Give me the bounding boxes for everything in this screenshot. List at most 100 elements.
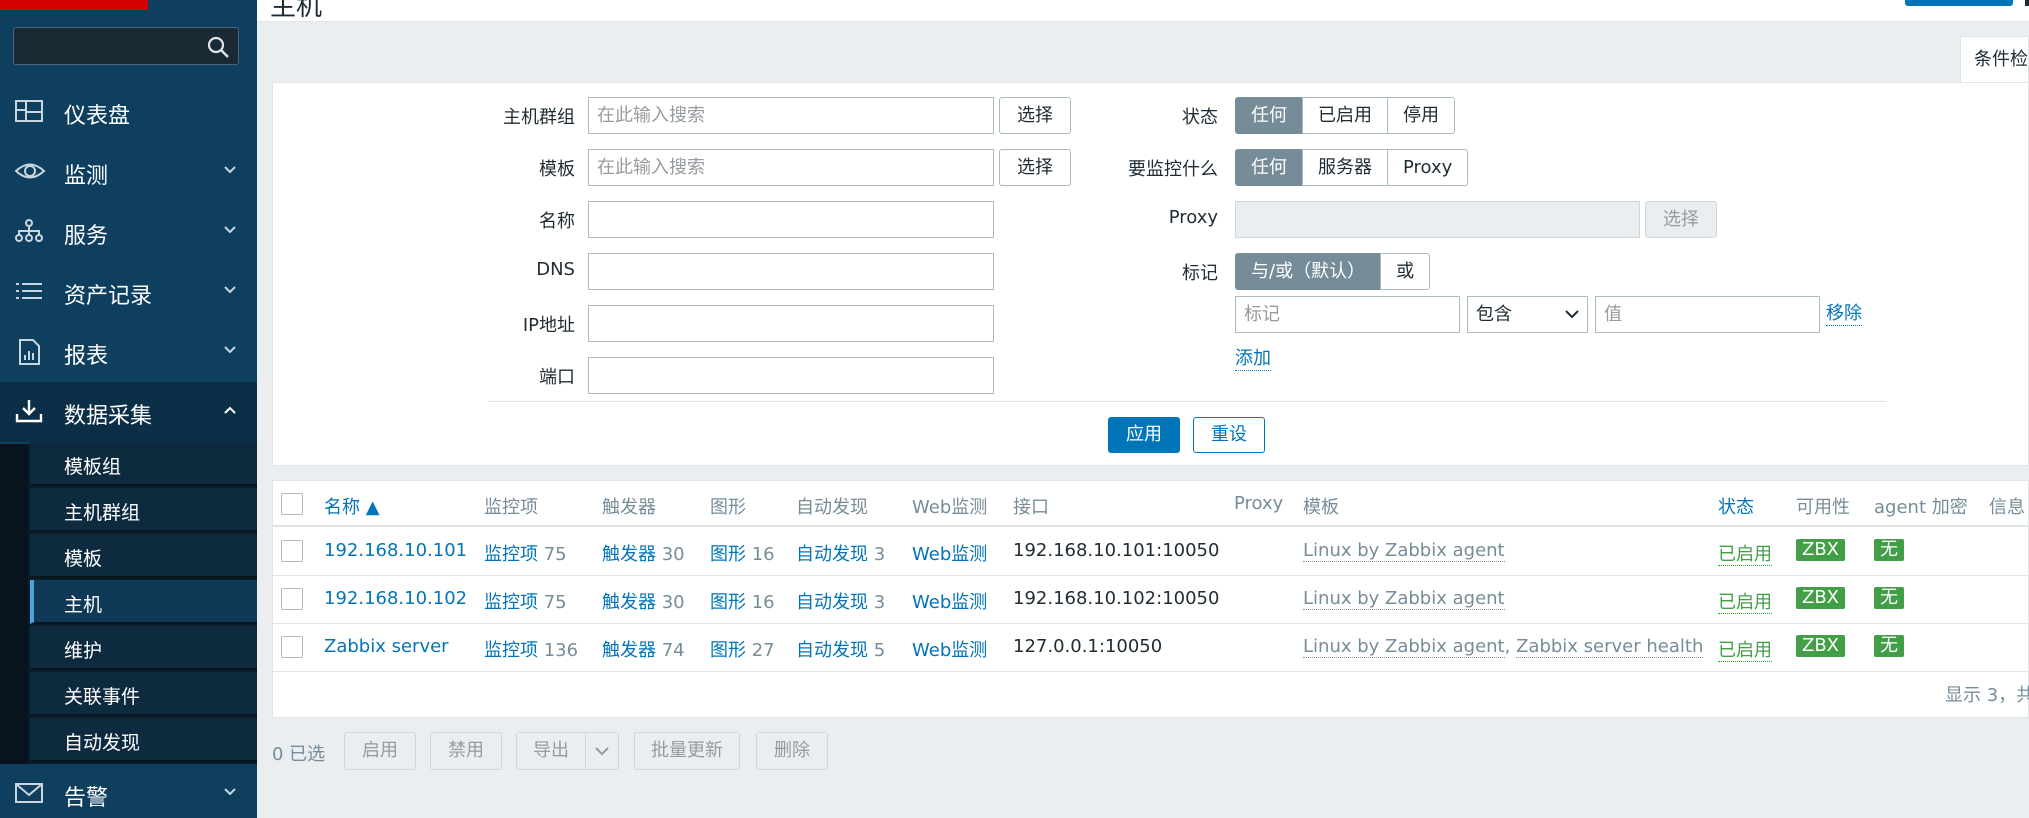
- nav-services[interactable]: 服务: [0, 202, 257, 262]
- items-link[interactable]: 监控项: [484, 544, 538, 565]
- zabbix-logo[interactable]: [0, 0, 148, 10]
- download-icon: [15, 400, 43, 423]
- host-group-input[interactable]: [588, 97, 994, 134]
- filter-tab[interactable]: 条件检: [1960, 36, 2029, 82]
- enable-button[interactable]: 启用: [344, 732, 416, 770]
- tag-value-input[interactable]: [1595, 296, 1820, 333]
- port-input[interactable]: [588, 357, 994, 394]
- submenu-label: 模板组: [64, 456, 122, 478]
- select-all-checkbox[interactable]: [281, 493, 303, 515]
- submenu-label: 主机群组: [64, 502, 141, 524]
- interface-value: 127.0.0.1:10050: [1013, 636, 1163, 657]
- template-link[interactable]: Linux by Zabbix agent: [1303, 636, 1505, 658]
- ip-input[interactable]: [588, 305, 994, 342]
- submenu-templates[interactable]: 模板: [30, 534, 257, 578]
- disable-button[interactable]: 禁用: [430, 732, 502, 770]
- row-checkbox[interactable]: [281, 588, 303, 610]
- nav-inventory[interactable]: 资产记录: [0, 262, 257, 322]
- graphs-link[interactable]: 图形: [710, 544, 746, 565]
- reset-button[interactable]: 重设: [1193, 417, 1265, 453]
- discovery-link[interactable]: 自动发现: [796, 640, 868, 661]
- tags-or[interactable]: 或: [1380, 253, 1431, 290]
- row-checkbox[interactable]: [281, 540, 303, 562]
- host-name-link[interactable]: Zabbix server: [324, 636, 449, 657]
- apply-button[interactable]: 应用: [1108, 417, 1180, 453]
- submenu-event-correlation[interactable]: 关联事件: [30, 672, 257, 716]
- nav-alerts[interactable]: 告警: [0, 764, 257, 818]
- nav-reports[interactable]: 报表: [0, 322, 257, 382]
- items-count: 75: [543, 592, 567, 613]
- col-templates: 模板: [1303, 497, 1339, 518]
- monitored-any[interactable]: 任何: [1235, 149, 1303, 186]
- dns-input[interactable]: [588, 253, 994, 290]
- chevron-down-icon: [224, 346, 236, 354]
- dashboard-icon: [15, 100, 43, 122]
- template-link[interactable]: Zabbix server health: [1516, 636, 1704, 658]
- monitored-proxy[interactable]: Proxy: [1387, 149, 1469, 186]
- status-link[interactable]: 已启用: [1718, 544, 1772, 566]
- col-name[interactable]: 名称 ▲: [324, 493, 380, 519]
- sidebar-search-input[interactable]: [14, 28, 194, 64]
- status-disabled[interactable]: 停用: [1387, 97, 1455, 134]
- proxy-select-button[interactable]: 选择: [1645, 201, 1717, 238]
- triggers-link[interactable]: 触发器: [602, 640, 656, 661]
- host-name-link[interactable]: 192.168.10.102: [324, 588, 467, 609]
- tag-add-link[interactable]: 添加: [1235, 348, 1271, 371]
- tags-segmented: 与/或（默认） 或: [1235, 253, 1431, 290]
- encryption-badge: 无: [1874, 539, 1904, 561]
- search-icon[interactable]: [206, 35, 230, 59]
- graphs-link[interactable]: 图形: [710, 592, 746, 613]
- name-input[interactable]: [588, 201, 994, 238]
- create-host-button[interactable]: [1905, 0, 2013, 6]
- submenu-hosts[interactable]: 主机: [30, 580, 257, 624]
- items-link[interactable]: 监控项: [484, 640, 538, 661]
- tag-input[interactable]: [1235, 296, 1460, 333]
- submenu-maintenance[interactable]: 维护: [30, 626, 257, 670]
- services-icon: [15, 219, 43, 242]
- template-input[interactable]: [588, 149, 994, 186]
- triggers-link[interactable]: 触发器: [602, 544, 656, 565]
- col-status[interactable]: 状态: [1718, 493, 1754, 519]
- name-label: 名称: [539, 211, 575, 232]
- submenu-host-groups[interactable]: 主机群组: [30, 488, 257, 532]
- template-link[interactable]: Linux by Zabbix agent: [1303, 588, 1505, 610]
- web-link[interactable]: Web监测: [912, 636, 987, 662]
- template-link[interactable]: Linux by Zabbix agent: [1303, 540, 1505, 562]
- web-link[interactable]: Web监测: [912, 588, 987, 614]
- nav-dashboard[interactable]: 仪表盘: [0, 82, 257, 142]
- export-dropdown-button[interactable]: [585, 732, 619, 770]
- items-count: 75: [543, 544, 567, 565]
- template-separator: ,: [1504, 636, 1511, 657]
- discovery-link[interactable]: 自动发现: [796, 544, 868, 565]
- tag-operator-select[interactable]: 包含: [1467, 296, 1588, 333]
- port-label: 端口: [539, 367, 575, 388]
- status-any[interactable]: 任何: [1235, 97, 1303, 134]
- status-link[interactable]: 已启用: [1718, 592, 1772, 614]
- row-checkbox[interactable]: [281, 636, 303, 658]
- web-link[interactable]: Web监测: [912, 540, 987, 566]
- submenu-label: 主机: [64, 594, 103, 616]
- tags-label: 标记: [1182, 263, 1218, 284]
- nav-data-collection[interactable]: 数据采集: [0, 382, 257, 442]
- status-link[interactable]: 已启用: [1718, 640, 1772, 662]
- monitored-server[interactable]: 服务器: [1302, 149, 1388, 186]
- delete-button[interactable]: 删除: [756, 732, 828, 770]
- discovery-count: 3: [873, 544, 886, 565]
- status-label: 状态: [1182, 107, 1218, 128]
- export-button[interactable]: 导出: [516, 732, 586, 770]
- mass-update-button[interactable]: 批量更新: [634, 732, 740, 770]
- submenu-template-groups[interactable]: 模板组: [30, 442, 257, 486]
- submenu-discovery[interactable]: 自动发现: [30, 718, 257, 762]
- host-name-link[interactable]: 192.168.10.101: [324, 540, 467, 561]
- sidebar-search: [13, 27, 239, 65]
- proxy-input[interactable]: [1235, 201, 1640, 238]
- availability-badge: ZBX: [1796, 539, 1846, 561]
- triggers-link[interactable]: 触发器: [602, 592, 656, 613]
- tags-and-or[interactable]: 与/或（默认）: [1235, 253, 1382, 290]
- nav-monitoring[interactable]: 监测: [0, 142, 257, 202]
- tag-remove-link[interactable]: 移除: [1826, 303, 1862, 326]
- discovery-link[interactable]: 自动发现: [796, 592, 868, 613]
- graphs-link[interactable]: 图形: [710, 640, 746, 661]
- items-link[interactable]: 监控项: [484, 592, 538, 613]
- status-enabled[interactable]: 已启用: [1302, 97, 1388, 134]
